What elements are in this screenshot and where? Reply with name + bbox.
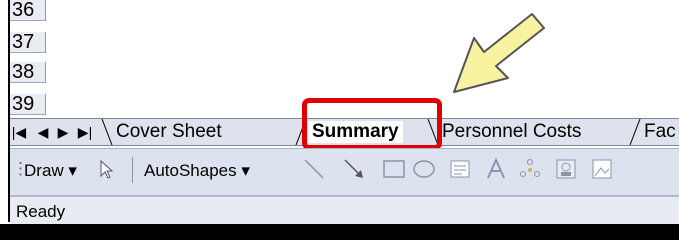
text-box-icon[interactable]: [448, 157, 472, 181]
sheet-tab-fac[interactable]: Fac: [644, 121, 676, 143]
callout-arrow-icon: [453, 13, 545, 93]
autoshapes-label: AutoShapes: [144, 161, 237, 180]
insert-picture-icon[interactable]: [590, 157, 614, 181]
row-header-39[interactable]: 39: [10, 94, 46, 115]
diagram-icon[interactable]: [518, 157, 542, 181]
highlight-box: [302, 98, 442, 150]
status-text: Ready: [16, 202, 66, 221]
draw-label: Draw: [24, 161, 64, 180]
prev-sheet-icon[interactable]: ◀: [34, 122, 52, 142]
status-bar: Ready: [10, 196, 679, 225]
sheet-tab-personnel-costs[interactable]: Personnel Costs: [442, 121, 581, 143]
last-sheet-icon[interactable]: ▶|: [76, 122, 94, 142]
bottom-border: [0, 224, 679, 240]
line-icon[interactable]: [302, 157, 326, 181]
row-header-37[interactable]: 37: [10, 32, 46, 53]
excel-window-fragment: 36 37 38 39 |◀ ◀ ▶ ▶| Cover Sheet Summar…: [0, 0, 679, 240]
tab-divider-icon: [629, 119, 641, 145]
select-objects-icon[interactable]: [94, 157, 118, 181]
arrow-icon[interactable]: [342, 157, 366, 181]
toolbar-separator: [132, 157, 133, 183]
row-header-36[interactable]: 36: [10, 0, 46, 21]
sheet-tab-cover-sheet[interactable]: Cover Sheet: [116, 121, 222, 143]
row-header-38[interactable]: 38: [10, 62, 46, 83]
tab-divider-icon: [101, 119, 113, 145]
wordart-icon[interactable]: [484, 157, 508, 181]
rectangle-icon[interactable]: [382, 157, 406, 181]
autoshapes-menu-button[interactable]: AutoShapes ▾: [144, 161, 250, 181]
first-sheet-icon[interactable]: |◀: [10, 122, 28, 142]
drawing-toolbar: ⋮ Draw ▾ AutoShapes ▾: [10, 148, 679, 196]
next-sheet-icon[interactable]: ▶: [54, 122, 72, 142]
oval-icon[interactable]: [412, 157, 436, 181]
clip-art-icon[interactable]: [554, 157, 578, 181]
draw-menu-button[interactable]: Draw ▾: [24, 161, 77, 181]
